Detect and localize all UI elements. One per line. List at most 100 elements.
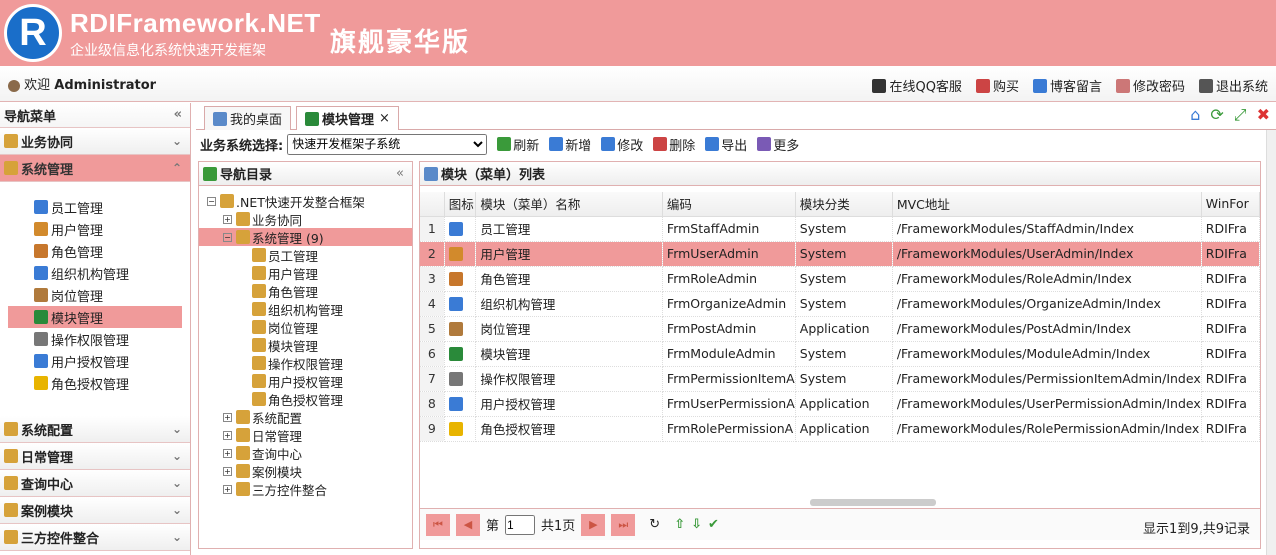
column-header[interactable]: MVC地址: [892, 192, 1202, 217]
top-link-edit[interactable]: 修改密码: [1115, 76, 1185, 95]
column-header[interactable]: [420, 192, 445, 217]
column-header[interactable]: 模块（菜单）名称: [475, 192, 663, 217]
table-row[interactable]: 2 用户管理 FrmUserAdmin System/FrameworkModules…: [420, 241, 1260, 267]
nav-group-groups_bottom-3[interactable]: 案例模块 ⌄: [0, 497, 190, 524]
tree-node[interactable]: 用户授权管理: [199, 372, 412, 390]
prev-page-button[interactable]: ◀: [456, 513, 480, 536]
chevron-icon[interactable]: ⌄: [172, 476, 182, 490]
table-row[interactable]: 8 用户授权管理 FrmUserPermissionA Application/Fra…: [420, 391, 1260, 417]
chevron-icon[interactable]: ⌄: [172, 422, 182, 436]
tab-module-admin[interactable]: 模块管理 ×: [296, 106, 399, 130]
expand-toggle-icon[interactable]: −: [223, 232, 232, 242]
nav-group-groups_bottom-1[interactable]: 日常管理 ⌄: [0, 443, 190, 470]
tree-node[interactable]: − .NET快速开发整合框架: [199, 192, 412, 210]
expand-toggle-icon[interactable]: +: [223, 448, 232, 458]
tree-node[interactable]: + 查询中心: [199, 444, 412, 462]
home-icon[interactable]: ⌂: [1190, 105, 1200, 125]
tree-node[interactable]: 角色管理: [199, 282, 412, 300]
column-header[interactable]: 模块分类: [795, 192, 893, 217]
chevron-icon[interactable]: ⌄: [172, 134, 182, 148]
nav-group-groups_bottom-4[interactable]: 三方控件整合 ⌄: [0, 524, 190, 551]
toolbar-button-delete[interactable]: 删除: [653, 135, 695, 154]
close-all-icon[interactable]: ✖: [1257, 105, 1270, 125]
collapse-icon[interactable]: «: [174, 107, 182, 122]
chevron-icon[interactable]: ⌄: [172, 503, 182, 517]
horizontal-scrollbar[interactable]: [810, 499, 936, 506]
sidebar-item[interactable]: 操作权限管理: [8, 328, 182, 350]
expand-toggle-icon[interactable]: +: [223, 430, 232, 440]
page-input[interactable]: [505, 514, 536, 535]
chevron-icon[interactable]: ⌄: [172, 530, 182, 544]
top-link-qq[interactable]: 在线QQ客服: [872, 76, 962, 95]
expand-toggle-icon[interactable]: −: [207, 196, 216, 206]
table-row[interactable]: 4 组织机构管理 FrmOrganizeAdmin System/FrameworkM…: [420, 291, 1260, 317]
sidebar-item[interactable]: 组织机构管理: [8, 262, 182, 284]
top-link-logout[interactable]: 退出系统: [1198, 76, 1268, 95]
chevron-icon[interactable]: ⌃: [172, 161, 182, 175]
table-row[interactable]: 5 岗位管理 FrmPostAdmin Application/FrameworkMo…: [420, 316, 1260, 342]
nav-group-groups_bottom-0[interactable]: 系统配置 ⌄: [0, 416, 190, 443]
tree-node[interactable]: + 案例模块: [199, 462, 412, 480]
expand-toggle-icon[interactable]: +: [223, 484, 232, 494]
system-select[interactable]: 快速开发框架子系统: [287, 133, 488, 155]
expand-toggle-icon[interactable]: +: [223, 466, 232, 476]
toolbar-button-add[interactable]: 新增: [549, 135, 591, 154]
tree-node[interactable]: + 日常管理: [199, 426, 412, 444]
column-header[interactable]: 编码: [662, 192, 796, 217]
tree-node[interactable]: 模块管理: [199, 336, 412, 354]
toolbar-button-edit[interactable]: 修改: [601, 135, 643, 154]
move-down-icon[interactable]: ⇩: [691, 517, 702, 532]
expand-toggle-icon[interactable]: +: [223, 412, 232, 422]
top-link-cart[interactable]: 购买: [975, 76, 1019, 95]
sidebar-item[interactable]: 角色管理: [8, 240, 182, 262]
module-name: 用户授权管理: [475, 391, 663, 417]
module-code: FrmPermissionItemA: [662, 366, 796, 392]
mvc-url: /FrameworkModules/OrganizeAdmin/Index: [892, 291, 1202, 317]
nav-group-groups_top-0[interactable]: 业务协同 ⌄: [0, 128, 190, 155]
move-up-icon[interactable]: ⇧: [674, 517, 685, 532]
tree-node[interactable]: + 系统配置: [199, 408, 412, 426]
fullscreen-icon[interactable]: ⤢: [1234, 105, 1247, 125]
sidebar-item[interactable]: 岗位管理: [8, 284, 182, 306]
toolbar-button-more[interactable]: 更多: [757, 135, 799, 154]
table-row[interactable]: 6 模块管理 FrmModuleAdmin System/FrameworkModul…: [420, 341, 1260, 367]
tree-node[interactable]: 操作权限管理: [199, 354, 412, 372]
toolbar-button-refresh[interactable]: 刷新: [497, 135, 539, 154]
sidebar-item[interactable]: 模块管理: [8, 306, 182, 328]
save-order-icon[interactable]: ✔: [708, 517, 719, 532]
table-row[interactable]: 3 角色管理 FrmRoleAdmin System/FrameworkModules…: [420, 266, 1260, 292]
table-row[interactable]: 7 操作权限管理 FrmPermissionItemA System/Framewor…: [420, 366, 1260, 392]
chevron-icon[interactable]: ⌄: [172, 449, 182, 463]
nav-group-groups_top-1[interactable]: 系统管理 ⌃: [0, 155, 190, 182]
tree-node[interactable]: − 系统管理 (9): [199, 228, 412, 246]
tree-node[interactable]: 岗位管理: [199, 318, 412, 336]
table-row[interactable]: 1 员工管理 FrmStaffAdmin System/FrameworkModule…: [420, 216, 1260, 242]
left-nav: 导航菜单 « 业务协同 ⌄ 系统管理 ⌃ 员工管理 用户管理 角色管理 组织机构管理 岗位管理…: [0, 103, 191, 555]
sidebar-item[interactable]: 员工管理: [8, 196, 182, 218]
tree-node[interactable]: 用户管理: [199, 264, 412, 282]
top-link-mail[interactable]: 博客留言: [1032, 76, 1102, 95]
column-header[interactable]: 图标: [444, 192, 477, 217]
reload-icon[interactable]: ↻: [649, 517, 660, 532]
tree-node[interactable]: + 三方控件整合: [199, 480, 412, 498]
nav-group-groups_bottom-2[interactable]: 查询中心 ⌄: [0, 470, 190, 497]
close-icon[interactable]: ×: [379, 111, 390, 126]
sidebar-item[interactable]: 用户授权管理: [8, 350, 182, 372]
tree-node[interactable]: 角色授权管理: [199, 390, 412, 408]
vertical-scrollbar[interactable]: [1266, 130, 1276, 555]
table-row[interactable]: 9 角色授权管理 FrmRolePermissionA Application/Fra…: [420, 416, 1260, 442]
sidebar-item[interactable]: 角色授权管理: [8, 372, 182, 394]
column-header[interactable]: WinFor: [1201, 192, 1260, 217]
collapse-icon[interactable]: «: [396, 166, 404, 181]
tab-desktop[interactable]: 我的桌面: [204, 106, 292, 130]
sidebar-item[interactable]: 用户管理: [8, 218, 182, 240]
expand-toggle-icon[interactable]: +: [223, 214, 232, 224]
toolbar-button-export[interactable]: 导出: [705, 135, 747, 154]
tree-node[interactable]: 员工管理: [199, 246, 412, 264]
next-page-button[interactable]: ▶: [581, 513, 606, 536]
tree-node[interactable]: + 业务协同: [199, 210, 412, 228]
tree-node[interactable]: 组织机构管理: [199, 300, 412, 318]
first-page-button[interactable]: ⏮: [426, 513, 450, 536]
reload-icon[interactable]: ⟳: [1210, 105, 1223, 125]
last-page-button[interactable]: ⏭: [611, 513, 636, 536]
